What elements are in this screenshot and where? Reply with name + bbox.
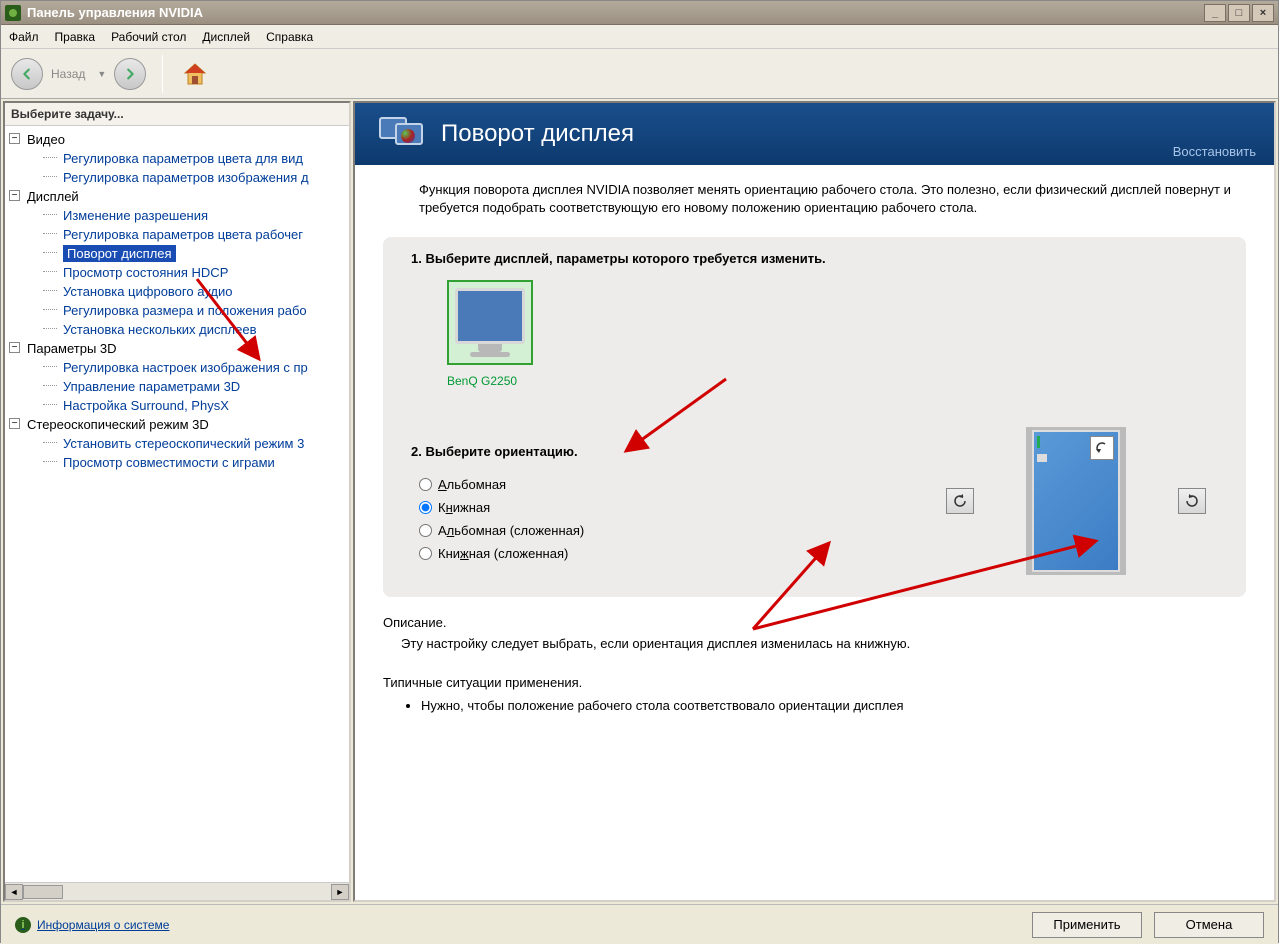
info-icon: i <box>15 917 31 933</box>
tree-item[interactable]: Просмотр совместимости с играми <box>5 453 349 472</box>
back-dropdown-icon[interactable]: ▼ <box>97 69 106 79</box>
titlebar: Панель управления NVIDIA _ □ × <box>1 1 1278 25</box>
radio-portrait-flipped-label[interactable]: Книжная (сложенная) <box>438 546 568 561</box>
tree-group-display[interactable]: − Дисплей <box>5 187 349 206</box>
description-label: Описание. <box>383 615 1246 630</box>
radio-landscape[interactable] <box>419 478 432 491</box>
menu-edit[interactable]: Правка <box>55 30 96 44</box>
radio-portrait-flipped[interactable] <box>419 547 432 560</box>
app-icon <box>5 5 21 21</box>
tree-item[interactable]: Управление параметрами 3D <box>5 377 349 396</box>
task-tree: − Видео Регулировка параметров цвета для… <box>5 126 349 882</box>
tree-item[interactable]: Регулировка параметров цвета рабочег <box>5 225 349 244</box>
preview-monitor <box>1026 427 1126 575</box>
tree-item[interactable]: Просмотр состояния HDCP <box>5 263 349 282</box>
menu-file[interactable]: Файл <box>9 30 39 44</box>
display-rotation-icon <box>379 113 427 155</box>
forward-button[interactable] <box>114 58 146 90</box>
config-panel: 1. Выберите дисплей, параметры которого … <box>383 237 1246 597</box>
tree-item-rotate-display[interactable]: Поворот дисплея <box>5 244 349 263</box>
collapse-icon[interactable]: − <box>9 190 20 201</box>
tree-item[interactable]: Настройка Surround, PhysX <box>5 396 349 415</box>
collapse-icon[interactable]: − <box>9 418 20 429</box>
rotate-indicator-icon <box>1090 436 1114 460</box>
tree-item[interactable]: Установка цифрового аудио <box>5 282 349 301</box>
sidebar-header: Выберите задачу... <box>5 103 349 126</box>
tree-item[interactable]: Регулировка настроек изображения с пр <box>5 358 349 377</box>
tree-item[interactable]: Изменение разрешения <box>5 206 349 225</box>
back-button[interactable] <box>11 58 43 90</box>
maximize-button[interactable]: □ <box>1228 4 1250 22</box>
footer: i Информация о системе Применить Отмена <box>1 904 1278 944</box>
toolbar-separator <box>162 55 163 93</box>
page-title: Поворот дисплея <box>441 120 634 148</box>
apply-button[interactable]: Применить <box>1032 912 1142 938</box>
tree-group-video[interactable]: − Видео <box>5 130 349 149</box>
system-info-link[interactable]: i Информация о системе <box>15 917 169 933</box>
radio-landscape-flipped[interactable] <box>419 524 432 537</box>
collapse-icon[interactable]: − <box>9 133 20 144</box>
restore-defaults-link[interactable]: Восстановить <box>1173 144 1256 159</box>
tree-group-3d[interactable]: − Параметры 3D <box>5 339 349 358</box>
tree-item[interactable]: Регулировка параметров изображения д <box>5 168 349 187</box>
close-button[interactable]: × <box>1252 4 1274 22</box>
step1-title: 1. Выберите дисплей, параметры которого … <box>411 251 1218 266</box>
typical-label: Типичные ситуации применения. <box>383 675 1246 690</box>
menu-desktop[interactable]: Рабочий стол <box>111 30 186 44</box>
tree-item[interactable]: Регулировка размера и положения рабо <box>5 301 349 320</box>
window-title: Панель управления NVIDIA <box>27 5 1204 20</box>
back-label: Назад <box>51 67 85 81</box>
scroll-left-button[interactable]: ◄ <box>5 884 23 900</box>
tree-item[interactable]: Установить стереоскопический режим 3 <box>5 434 349 453</box>
typical-item: Нужно, чтобы положение рабочего стола со… <box>421 698 1246 713</box>
intro-text: Функция поворота дисплея NVIDIA позволяе… <box>419 181 1246 217</box>
radio-portrait-label[interactable]: Книжная <box>438 500 490 515</box>
radio-portrait[interactable] <box>419 501 432 514</box>
typical-list: Нужно, чтобы положение рабочего стола со… <box>401 698 1246 713</box>
display-tile[interactable] <box>447 280 533 365</box>
menu-help[interactable]: Справка <box>266 30 313 44</box>
tree-item[interactable]: Регулировка параметров цвета для вид <box>5 149 349 168</box>
menu-display[interactable]: Дисплей <box>202 30 250 44</box>
cancel-button[interactable]: Отмена <box>1154 912 1264 938</box>
minimize-button[interactable]: _ <box>1204 4 1226 22</box>
home-button[interactable] <box>179 58 211 90</box>
radio-landscape-label[interactable]: Альбомная <box>438 477 506 492</box>
content-pane: Поворот дисплея Восстановить Функция пов… <box>353 101 1276 902</box>
collapse-icon[interactable]: − <box>9 342 20 353</box>
sidebar: Выберите задачу... − Видео Регулировка п… <box>3 101 351 902</box>
scroll-thumb[interactable] <box>23 885 63 899</box>
menubar: Файл Правка Рабочий стол Дисплей Справка <box>1 25 1278 49</box>
orientation-preview <box>946 427 1206 575</box>
toolbar: Назад ▼ <box>1 49 1278 99</box>
description-text: Эту настройку следует выбрать, если орие… <box>401 636 1246 651</box>
scroll-right-button[interactable]: ► <box>331 884 349 900</box>
rotate-ccw-button[interactable] <box>946 488 974 514</box>
tree-group-stereo3d[interactable]: − Стереоскопический режим 3D <box>5 415 349 434</box>
content-header: Поворот дисплея Восстановить <box>355 103 1274 165</box>
display-name: BenQ G2250 <box>447 374 1218 388</box>
radio-landscape-flipped-label[interactable]: Альбомная (сложенная) <box>438 523 584 538</box>
rotate-cw-button[interactable] <box>1178 488 1206 514</box>
tree-item[interactable]: Установка нескольких дисплеев <box>5 320 349 339</box>
horizontal-scrollbar[interactable]: ◄ ► <box>5 882 349 900</box>
